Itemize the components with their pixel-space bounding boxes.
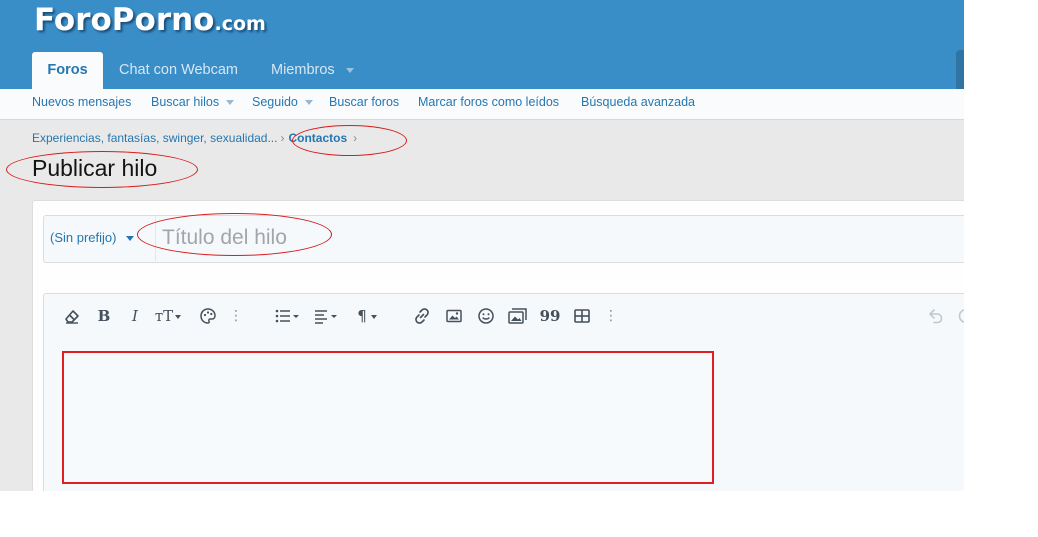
breadcrumb-separator: › xyxy=(280,131,285,145)
smiley-icon[interactable] xyxy=(476,306,496,326)
header-search-strip xyxy=(956,50,964,89)
nav-tab-chat-webcam[interactable]: Chat con Webcam xyxy=(119,52,238,89)
align-icon[interactable] xyxy=(314,306,342,326)
more-options-icon[interactable]: ⋮ xyxy=(229,306,243,326)
annotation-ellipse-contactos xyxy=(292,125,407,156)
chevron-down-icon[interactable] xyxy=(304,100,313,106)
annotation-ellipse-thread-title xyxy=(137,213,332,256)
subnav-label: Marcar foros como leídos xyxy=(418,95,560,109)
media-icon[interactable] xyxy=(507,306,529,326)
redo-icon[interactable] xyxy=(956,306,964,326)
nav-tab-label: Foros xyxy=(47,62,88,78)
subnav-marcar-leidos[interactable]: Marcar foros como leídos xyxy=(418,89,559,119)
breadcrumb-parent-link[interactable]: Experiencias, fantasías, swinger, sexual… xyxy=(32,131,277,145)
subnav-label: Buscar foros xyxy=(329,95,400,109)
nav-tab-miembros[interactable]: Miembros xyxy=(271,52,354,89)
annotation-ellipse-title xyxy=(6,151,198,188)
subnav-busqueda-avanzada[interactable]: Búsqueda avanzada xyxy=(581,89,695,119)
list-icon[interactable] xyxy=(274,306,302,326)
page: ForoPorno.com Foros Chat con Webcam Miem… xyxy=(0,0,964,491)
text-size-icon[interactable]: ᴛT xyxy=(153,306,183,326)
bold-icon[interactable]: B xyxy=(95,306,113,326)
paragraph-icon[interactable]: ¶ xyxy=(354,306,380,326)
message-content-area[interactable] xyxy=(62,351,714,484)
site-logo[interactable]: ForoPorno.com xyxy=(34,2,266,42)
prefix-select[interactable]: (Sin prefijo) xyxy=(50,230,135,245)
italic-icon[interactable]: I xyxy=(126,306,144,326)
more-options-icon[interactable]: ⋮ xyxy=(604,306,618,326)
subnav-label: Nuevos mensajes xyxy=(32,95,132,109)
chevron-down-icon[interactable] xyxy=(126,236,135,242)
quote-glyph: 99 xyxy=(539,307,561,325)
subnav-nuevos-mensajes[interactable]: Nuevos mensajes xyxy=(32,89,131,119)
text-size-glyph: ᴛT xyxy=(154,307,174,325)
chevron-down-icon[interactable] xyxy=(226,100,235,106)
eraser-icon[interactable] xyxy=(62,306,82,326)
subnav-label: Buscar hilos xyxy=(151,95,220,109)
nav-tab-label: Miembros xyxy=(271,62,335,78)
bold-glyph: B xyxy=(97,307,111,325)
link-icon[interactable] xyxy=(412,306,432,326)
subnav-buscar-foros[interactable]: Buscar foros xyxy=(329,89,399,119)
chevron-down-icon xyxy=(370,314,377,319)
logo-tld-text: .com xyxy=(214,13,266,35)
sub-navigation: Nuevos mensajes Buscar hilos Seguido Bus… xyxy=(0,89,964,120)
table-icon[interactable] xyxy=(572,306,592,326)
quote-icon[interactable]: 99 xyxy=(539,306,561,326)
image-icon[interactable] xyxy=(444,306,464,326)
subnav-label: Búsqueda avanzada xyxy=(581,95,695,109)
paragraph-glyph: ¶ xyxy=(357,307,367,325)
chevron-down-icon xyxy=(175,315,182,319)
undo-icon[interactable] xyxy=(925,306,945,326)
nav-tab-label: Chat con Webcam xyxy=(119,62,239,78)
palette-icon[interactable] xyxy=(198,306,218,326)
nav-tab-foros[interactable]: Foros xyxy=(32,52,103,89)
logo-main-text: ForoPorno xyxy=(34,2,215,38)
subnav-label: Seguido xyxy=(252,95,298,109)
italic-glyph: I xyxy=(132,307,138,325)
prefix-select-label: (Sin prefijo) xyxy=(50,230,117,245)
subnav-seguido[interactable]: Seguido xyxy=(252,89,313,119)
subnav-buscar-hilos[interactable]: Buscar hilos xyxy=(151,89,235,119)
chevron-down-icon[interactable] xyxy=(345,67,354,73)
